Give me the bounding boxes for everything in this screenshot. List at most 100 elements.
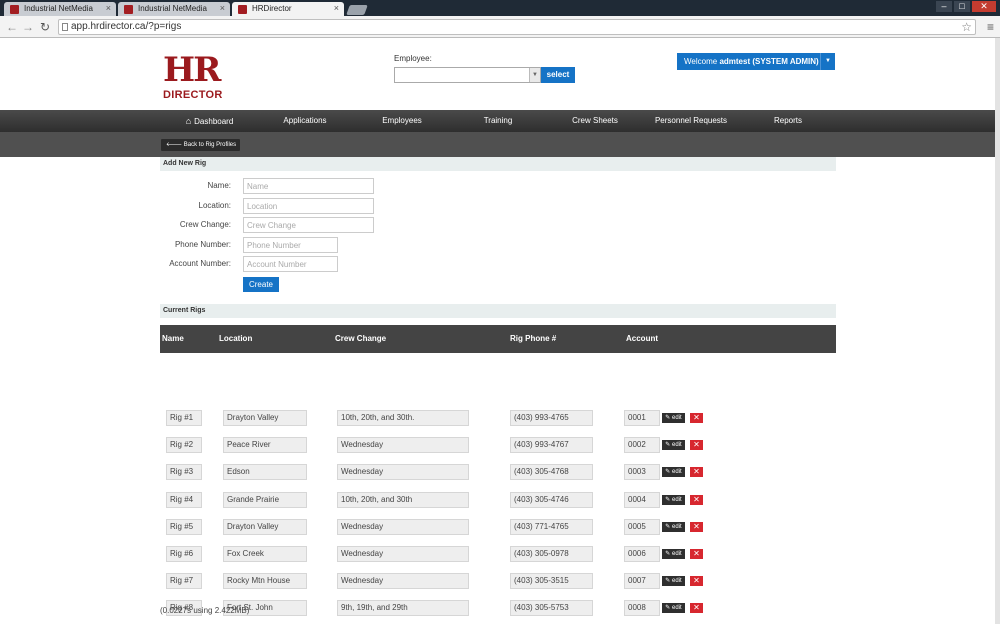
- rig-name-cell[interactable]: Rig #3: [166, 464, 202, 481]
- crew-change-input[interactable]: [243, 217, 374, 233]
- browser-menu-icon[interactable]: ≡: [987, 20, 994, 34]
- nav-applications[interactable]: Applications: [258, 110, 352, 132]
- edit-rig-button[interactable]: ✎ edit: [662, 549, 685, 559]
- rig-phone-cell[interactable]: (403) 771-4765: [510, 518, 593, 535]
- delete-rig-button[interactable]: ✕: [690, 576, 703, 587]
- browser-tab-2[interactable]: Industrial NetMedia ×: [118, 2, 230, 16]
- nav-training[interactable]: Training: [451, 110, 545, 132]
- rig-crew-change-cell[interactable]: Wednesday: [337, 546, 469, 562]
- name-input[interactable]: [243, 178, 374, 194]
- location-input[interactable]: [243, 198, 374, 214]
- rig-crew-change-cell[interactable]: Wednesday: [337, 573, 469, 590]
- select-employee-button[interactable]: select: [541, 67, 575, 83]
- rig-name-cell[interactable]: Rig #2: [166, 437, 202, 454]
- create-rig-button[interactable]: Create: [243, 277, 279, 292]
- rig-location-cell[interactable]: Peace River: [223, 437, 307, 454]
- new-tab-button[interactable]: [346, 5, 368, 15]
- close-tab-icon[interactable]: ×: [334, 3, 339, 13]
- rig-crew-change-cell[interactable]: 9th, 19th, and 29th: [337, 600, 469, 617]
- address-bar[interactable]: app.hrdirector.ca/?p=rigs ☆: [58, 19, 976, 35]
- nav-personnel-requests[interactable]: Personnel Requests: [644, 110, 738, 132]
- chevron-down-icon[interactable]: ▼: [820, 53, 835, 70]
- rig-location-cell[interactable]: Rocky Mtn House: [223, 573, 307, 590]
- delete-rig-button[interactable]: ✕: [690, 603, 703, 614]
- rig-crew-change-cell[interactable]: 10th, 20th, and 30th.: [337, 410, 469, 426]
- rig-account-cell[interactable]: 0005: [624, 518, 660, 535]
- rig-phone-cell[interactable]: (403) 305-0978: [510, 546, 593, 562]
- rig-name-cell[interactable]: Rig #4: [166, 491, 202, 508]
- edit-rig-button[interactable]: ✎ edit: [662, 521, 685, 532]
- close-tab-icon[interactable]: ×: [220, 3, 225, 13]
- rig-phone-cell[interactable]: (403) 305-4768: [510, 464, 593, 481]
- close-window-icon[interactable]: ✕: [972, 1, 996, 12]
- delete-rig-button[interactable]: ✕: [690, 521, 703, 532]
- rig-account-cell[interactable]: 0003: [624, 464, 660, 481]
- close-icon: ✕: [693, 413, 700, 422]
- rig-account-cell[interactable]: 0006: [624, 546, 660, 562]
- rig-name-cell[interactable]: Rig #7: [166, 573, 202, 590]
- rig-crew-change-cell[interactable]: Wednesday: [337, 464, 469, 481]
- nav-label: Applications: [283, 116, 327, 125]
- close-tab-icon[interactable]: ×: [106, 3, 111, 13]
- edit-rig-button[interactable]: ✎ edit: [662, 494, 685, 505]
- rig-location-cell[interactable]: Drayton Valley: [223, 518, 307, 535]
- vertical-scrollbar[interactable]: [995, 38, 1000, 624]
- back-arrow-icon[interactable]: ←: [5, 20, 19, 34]
- edit-label: edit: [672, 605, 682, 612]
- account-number-input[interactable]: [243, 256, 338, 272]
- nav-employees[interactable]: Employees: [355, 110, 449, 132]
- logo-wordmark: DIRECTOR: [163, 89, 223, 101]
- delete-rig-button[interactable]: ✕: [690, 440, 703, 451]
- edit-rig-button[interactable]: ✎ edit: [662, 576, 685, 587]
- edit-rig-button[interactable]: ✎ edit: [662, 440, 685, 451]
- browser-tab-3[interactable]: HRDirector ×: [232, 2, 344, 16]
- rig-crew-change-cell[interactable]: 10th, 20th, and 30th: [337, 491, 469, 508]
- nav-dashboard[interactable]: ⌂ Dashboard: [163, 110, 256, 132]
- crew-change-label: Crew Change:: [179, 220, 231, 229]
- back-to-rig-profiles-button[interactable]: 🡐 Back to Rig Profiles: [161, 139, 241, 151]
- column-crew-change: Crew Change: [335, 334, 387, 343]
- rig-phone-cell[interactable]: (403) 305-3515: [510, 573, 593, 590]
- reload-icon[interactable]: ↻: [38, 20, 52, 34]
- add-new-rig-heading: Add New Rig: [160, 157, 836, 171]
- rig-account-cell[interactable]: 0001: [624, 410, 660, 426]
- rig-phone-cell[interactable]: (403) 305-4746: [510, 491, 593, 508]
- employee-select[interactable]: ▼: [394, 67, 541, 83]
- rig-location-cell[interactable]: Fox Creek: [223, 546, 307, 562]
- edit-rig-button[interactable]: ✎ edit: [662, 467, 685, 478]
- edit-rig-button[interactable]: ✎ edit: [662, 603, 685, 614]
- delete-rig-button[interactable]: ✕: [690, 413, 703, 423]
- delete-rig-button[interactable]: ✕: [690, 467, 703, 478]
- rig-account-cell[interactable]: 0008: [624, 600, 660, 617]
- close-icon: ✕: [693, 576, 700, 586]
- bookmark-star-icon[interactable]: ☆: [961, 20, 972, 34]
- phone-number-input[interactable]: [243, 237, 338, 253]
- rig-account-cell[interactable]: 0007: [624, 573, 660, 590]
- delete-rig-button[interactable]: ✕: [690, 549, 703, 559]
- delete-rig-button[interactable]: ✕: [690, 494, 703, 505]
- nav-crew-sheets[interactable]: Crew Sheets: [548, 110, 642, 132]
- rig-crew-change-cell[interactable]: Wednesday: [337, 437, 469, 454]
- rig-name-cell[interactable]: Rig #5: [166, 518, 202, 535]
- rig-account-cell[interactable]: 0004: [624, 491, 660, 508]
- rig-name-cell[interactable]: Rig #6: [166, 546, 202, 562]
- user-menu-button[interactable]: Welcome admtest (SYSTEM ADMIN) ▼: [677, 53, 835, 70]
- forward-arrow-icon[interactable]: →: [21, 20, 35, 34]
- rig-phone-cell[interactable]: (403) 993-4767: [510, 437, 593, 454]
- rig-location-cell[interactable]: Grande Prairie: [223, 491, 307, 508]
- nav-reports[interactable]: Reports: [741, 110, 835, 132]
- maximize-icon[interactable]: □: [954, 1, 970, 12]
- browser-tab-1[interactable]: Industrial NetMedia ×: [4, 2, 116, 16]
- rig-crew-change-cell[interactable]: Wednesday: [337, 518, 469, 535]
- rig-location-cell[interactable]: Edson: [223, 464, 307, 481]
- minimize-icon[interactable]: –: [936, 1, 952, 12]
- rig-phone-cell[interactable]: (403) 305-5753: [510, 600, 593, 617]
- rig-location-cell[interactable]: Drayton Valley: [223, 410, 307, 426]
- rig-name-cell[interactable]: Rig #1: [166, 410, 202, 426]
- chevron-down-icon[interactable]: ▼: [529, 68, 540, 82]
- hrdirector-logo[interactable]: HR DIRECTOR: [163, 53, 225, 105]
- rig-account-cell[interactable]: 0002: [624, 437, 660, 454]
- nav-label: Personnel Requests: [654, 116, 728, 125]
- edit-rig-button[interactable]: ✎ edit: [662, 413, 685, 423]
- rig-phone-cell[interactable]: (403) 993-4765: [510, 410, 593, 426]
